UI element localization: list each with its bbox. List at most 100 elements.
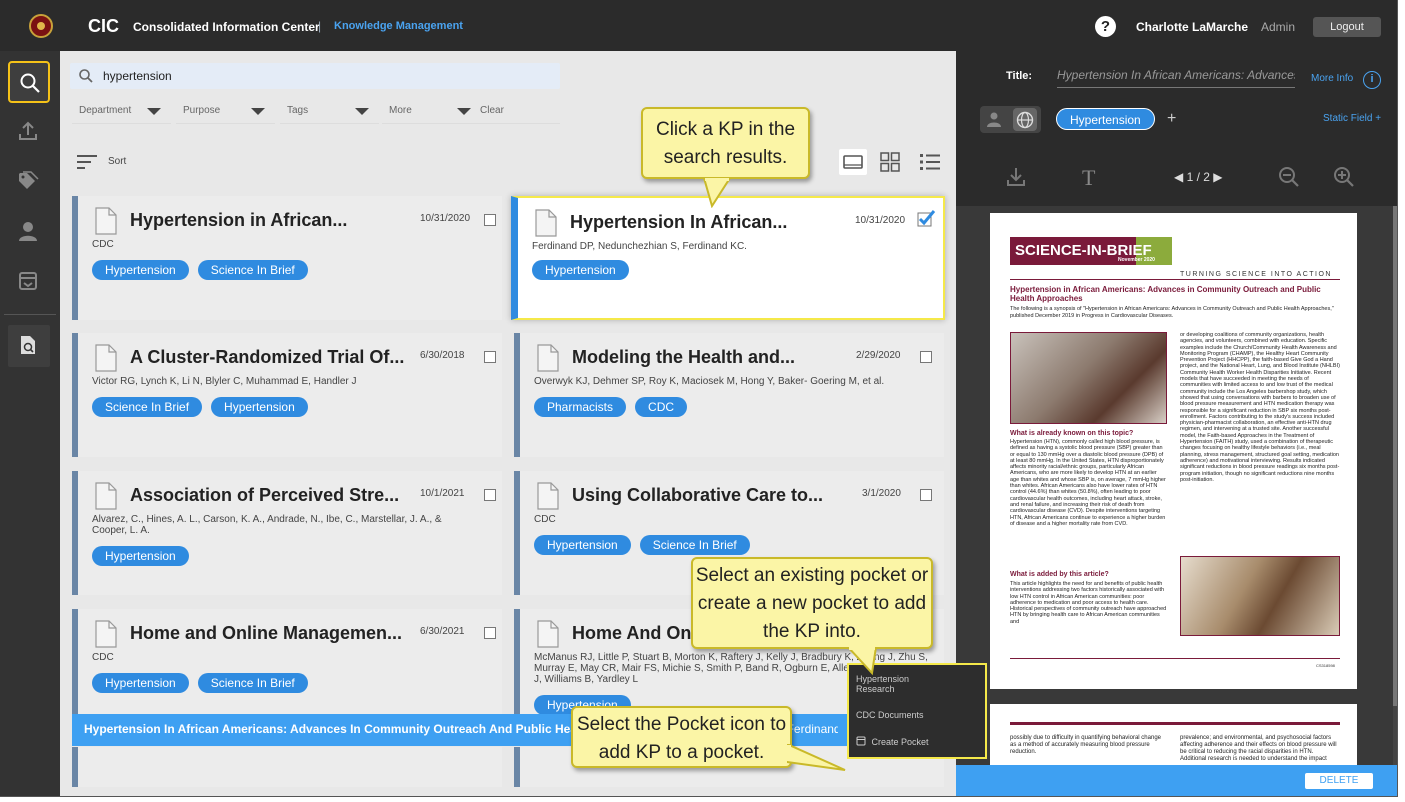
topic-chip[interactable]: Hypertension [1056,108,1155,130]
card-title[interactable]: Hypertension In African... [570,212,787,233]
card-date: 10/31/2020 [420,213,471,224]
card-tags: Hypertension Science In Brief [92,260,308,280]
result-card[interactable]: Association of Perceived Stre... 10/1/20… [72,471,502,595]
person-icon[interactable] [986,111,1002,127]
pocket-option[interactable]: Hypertension Research [856,674,936,694]
visibility-toggle[interactable] [980,106,1041,133]
sidebar-item-pockets[interactable] [8,261,50,303]
card-checkbox[interactable] [920,351,932,363]
pdf-rule [1010,279,1340,280]
card-title[interactable]: Using Collaborative Care to... [572,485,823,506]
document-icon [95,620,117,648]
chevron-down-icon [147,108,161,115]
pdf-rule [1010,658,1340,659]
tag-science-in-brief[interactable]: Science In Brief [197,260,308,280]
tag-cdc[interactable]: CDC [635,397,688,417]
help-icon[interactable]: ? [1095,16,1116,37]
department-filter-label: Department [79,105,132,116]
result-card[interactable]: A Cluster-Randomized Trial Of... 6/30/20… [72,333,502,457]
chevron-down-icon [251,108,265,115]
public-visibility-option[interactable] [1013,108,1037,131]
card-title[interactable]: A Cluster-Randomized Trial Of... [130,347,404,368]
zoom-in-icon[interactable] [1333,166,1355,188]
card-date: 6/30/2021 [420,626,465,637]
department-filter[interactable]: Department [72,98,171,124]
sidebar-item-tags[interactable] [8,161,50,203]
tag-science-in-brief[interactable]: Science In Brief [197,673,308,693]
list-view-icon[interactable] [920,153,940,171]
tutorial-callout-choose-pocket: Select an existing pocket or create a ne… [691,557,933,649]
sidebar-item-upload[interactable] [8,111,50,153]
card-title[interactable]: Association of Perceived Stre... [130,485,399,506]
tag-hypertension[interactable]: Hypertension [92,260,189,280]
grid-view-icon[interactable] [880,152,900,172]
download-icon[interactable] [1005,166,1027,188]
text-tool-icon[interactable]: T [1082,165,1095,191]
result-card-selected[interactable]: Hypertension In African... 10/31/2020 Fe… [511,196,945,320]
search-input[interactable]: hypertension [70,63,560,89]
result-card[interactable]: Modeling the Health and... 2/29/2020 Ove… [514,333,944,457]
scrollbar-thumb[interactable] [1393,206,1397,706]
more-filter[interactable]: More [382,98,481,124]
tag-hypertension[interactable]: Hypertension [92,673,189,693]
title-field[interactable]: Hypertension In African Americans: Advan… [1057,66,1295,88]
next-page-icon[interactable]: ▶ [1213,170,1222,184]
pocket-icon [856,736,866,746]
more-info-link[interactable]: More Info [1311,73,1353,84]
tag-science-in-brief[interactable]: Science In Brief [92,397,203,417]
card-title[interactable]: Modeling the Health and... [572,347,795,368]
add-topic-button[interactable]: + [1167,110,1176,128]
clear-filters-button[interactable]: Clear [473,98,560,124]
scrollbar[interactable] [1393,206,1397,796]
tag-science-in-brief[interactable]: Science In Brief [639,535,750,555]
result-card[interactable]: Hypertension in African... 10/31/2020 CD… [72,196,502,320]
tags-filter[interactable]: Tags [280,98,379,124]
create-pocket-option[interactable]: Create Pocket [856,736,929,747]
card-tags: Hypertension [92,546,189,566]
card-title[interactable]: Home and Online Managemen... [130,623,402,644]
card-date: 10/1/2021 [420,488,465,499]
card-title[interactable]: Hypertension in African... [130,210,347,231]
prev-page-icon[interactable]: ◀ [1174,170,1183,184]
callout-pointer [787,744,846,771]
purpose-filter[interactable]: Purpose [176,98,275,124]
card-checkbox[interactable] [484,627,496,639]
result-card[interactable] [72,747,502,787]
tag-hypertension[interactable]: Hypertension [92,546,189,566]
sidebar-item-search[interactable] [8,61,50,103]
sidebar-item-document-search[interactable] [8,325,50,367]
info-icon[interactable]: i [1363,71,1381,89]
sort-label[interactable]: Sort [108,156,126,167]
document-viewer-toolbar: T ◀ 1 / 2 ▶ [956,146,1397,206]
selection-bar: Hypertension In African Americans: Advan… [72,714,956,746]
card-view-icon [843,155,863,169]
pocket-menu: Hypertension Research CDC Documents Crea… [847,663,987,759]
tag-hypertension[interactable]: Hypertension [532,260,629,280]
module-link[interactable]: Knowledge Management [334,20,463,32]
card-date: 2/29/2020 [856,350,901,361]
blood-pressure-photo [1010,332,1167,424]
tag-hypertension[interactable]: Hypertension [534,535,631,555]
pocket-option[interactable]: CDC Documents [856,710,924,720]
delete-button[interactable]: DELETE [1305,773,1373,789]
card-checkbox[interactable] [484,214,496,226]
brand-acronym: CIC [88,16,119,36]
sort-icon[interactable] [77,154,99,170]
card-checkbox[interactable] [920,489,932,501]
card-tags: Hypertension Science In Brief [92,673,308,693]
cdc-seal-logo [29,14,53,38]
tag-hypertension[interactable]: Hypertension [211,397,308,417]
document-preview[interactable]: SCIENCE-IN-BRIEF November 2020 TURNING S… [956,206,1397,796]
zoom-out-icon[interactable] [1278,166,1300,188]
static-field-button[interactable]: Static Field + [1323,113,1381,124]
logout-button[interactable]: Logout [1313,17,1381,37]
card-checkbox[interactable] [484,489,496,501]
create-pocket-label: Create Pocket [871,737,929,747]
card-view-toggle[interactable] [839,149,867,175]
card-checkbox[interactable] [484,351,496,363]
tag-pharmacists[interactable]: Pharmacists [534,397,627,417]
sidebar-item-profile[interactable] [8,211,50,253]
document-icon [95,344,117,372]
card-title[interactable]: Home And Onl [572,623,696,644]
checked-checkbox-icon[interactable] [916,208,936,228]
